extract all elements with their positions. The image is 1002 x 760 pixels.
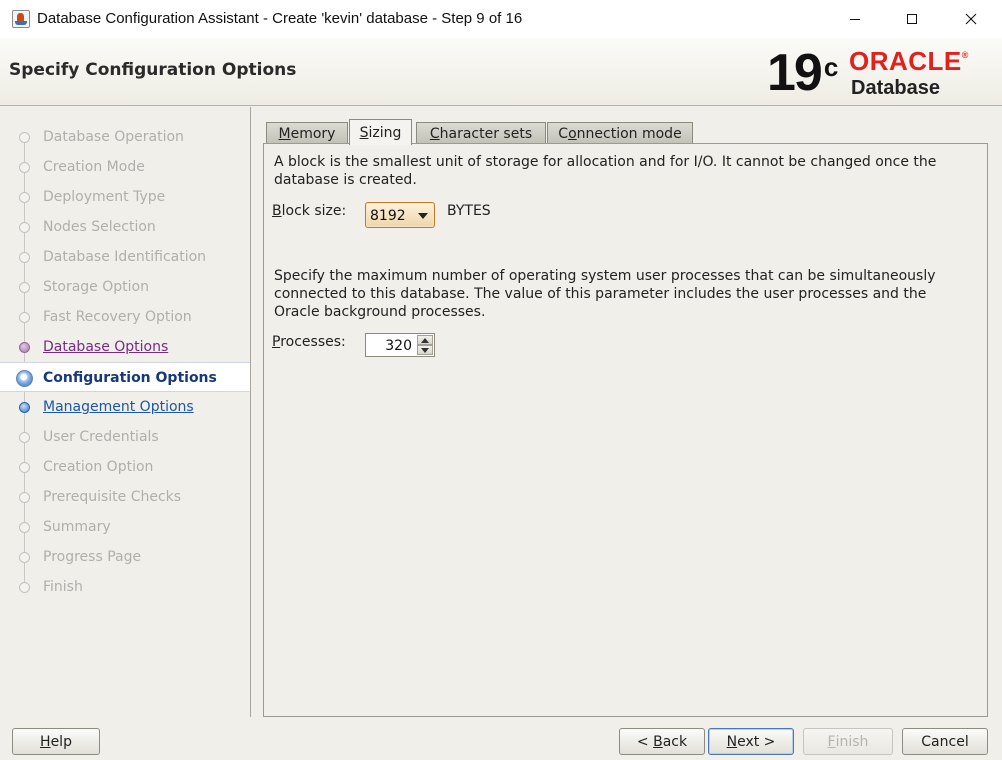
step-storage-option: Storage Option	[0, 272, 250, 302]
java-app-icon	[12, 10, 30, 28]
processes-spinner[interactable]: 320	[365, 333, 435, 357]
step-database-identification: Database Identification	[0, 242, 250, 272]
cancel-button[interactable]: Cancel	[902, 728, 988, 755]
tab-memory[interactable]: Memory	[266, 122, 348, 144]
step-label: Configuration Options	[43, 370, 217, 386]
step-label: Creation Option	[43, 459, 154, 475]
step-indicator-icon	[19, 282, 30, 293]
step-indicator-icon	[19, 462, 30, 473]
oracle-trademark: ®	[961, 50, 969, 60]
tab-sizing[interactable]: Sizing	[349, 119, 412, 145]
page-title: Specify Configuration Options	[9, 60, 297, 80]
step-label: Progress Page	[43, 549, 142, 565]
step-label: Database Identification	[43, 249, 207, 265]
step-indicator-icon	[19, 162, 30, 173]
maximize-icon	[907, 14, 917, 24]
step-fast-recovery-option: Fast Recovery Option	[0, 302, 250, 332]
step-nodes-selection: Nodes Selection	[0, 212, 250, 242]
step-label: Prerequisite Checks	[43, 489, 182, 505]
step-configuration-options[interactable]: Configuration Options	[0, 362, 250, 392]
step-database-operation: Database Operation	[0, 122, 250, 152]
step-deployment-type: Deployment Type	[0, 182, 250, 212]
step-indicator-icon	[19, 492, 30, 503]
step-label: Summary	[43, 519, 111, 535]
step-indicator-icon	[19, 582, 30, 593]
block-size-unit: BYTES	[447, 203, 491, 219]
step-indicator-icon	[19, 132, 30, 143]
tab-connection-mode[interactable]: Co nnection mode	[547, 122, 693, 144]
tab-strip: Memory Sizing Character sets Co nnection …	[263, 118, 988, 145]
next-button[interactable]: Next >	[708, 728, 794, 755]
step-indicator-icon	[19, 432, 30, 443]
step-label: Management Options	[43, 399, 194, 415]
step-label: Storage Option	[43, 279, 149, 295]
step-finish: Finish	[0, 572, 250, 602]
step-label: Creation Mode	[43, 159, 145, 175]
close-icon	[965, 13, 977, 25]
step-label: Nodes Selection	[43, 219, 156, 235]
wizard-header: Specify Configuration Options 19 c ORACLE…	[0, 38, 1002, 106]
content-area: Memory Sizing Character sets Co nnection …	[263, 118, 988, 717]
processes-label: Processes:	[272, 334, 346, 350]
close-button[interactable]	[942, 0, 1000, 38]
step-prerequisite-checks: Prerequisite Checks	[0, 482, 250, 512]
processes-value: 320	[385, 338, 412, 354]
tab-character-sets[interactable]: Character sets	[416, 122, 546, 144]
step-summary: Summary	[0, 512, 250, 542]
step-indicator-icon	[19, 222, 30, 233]
step-indicator-icon	[19, 522, 30, 533]
product-name: Database	[851, 77, 940, 99]
window-title: Database Configuration Assistant - Creat…	[37, 10, 523, 27]
version-logo: 19 c	[767, 45, 838, 109]
minimize-button[interactable]	[826, 0, 884, 38]
block-size-description: A block is the smallest unit of storage …	[274, 154, 937, 188]
step-user-credentials: User Credentials	[0, 422, 250, 452]
sizing-panel: A block is the smallest unit of storage …	[263, 143, 988, 717]
step-creation-mode: Creation Mode	[0, 152, 250, 182]
step-indicator-icon	[19, 312, 30, 323]
version-suffix: c	[823, 52, 839, 82]
chevron-down-icon	[418, 213, 428, 219]
step-progress-page: Progress Page	[0, 542, 250, 572]
processes-description: Specify the maximum number of operating …	[274, 268, 936, 320]
minimize-icon	[850, 19, 860, 20]
step-database-options[interactable]: Database Options	[0, 332, 250, 362]
oracle-brand: ORACLE	[849, 46, 962, 76]
step-label: Deployment Type	[43, 189, 166, 205]
step-indicator-icon	[19, 252, 30, 263]
title-bar: Database Configuration Assistant - Creat…	[0, 0, 1002, 38]
step-label: User Credentials	[43, 429, 159, 445]
step-indicator-icon	[19, 342, 30, 353]
step-indicator-icon	[16, 370, 33, 387]
spin-up-icon[interactable]	[417, 335, 433, 345]
back-button[interactable]: < Back	[619, 728, 705, 755]
step-label: Database Options	[43, 339, 169, 355]
block-size-value: 8192	[370, 208, 406, 224]
help-button[interactable]: Help	[12, 728, 100, 755]
maximize-button[interactable]	[883, 0, 941, 38]
spin-down-icon[interactable]	[417, 345, 433, 355]
block-size-label: Block size:	[272, 203, 347, 219]
version-number: 19	[767, 44, 823, 102]
step-management-options[interactable]: Management Options	[0, 392, 250, 422]
step-label: Fast Recovery Option	[43, 309, 192, 325]
step-creation-option: Creation Option	[0, 452, 250, 482]
wizard-steps-panel: Database Operation Creation Mode Deploymen…	[0, 107, 251, 717]
step-indicator-icon	[19, 402, 30, 413]
step-indicator-icon	[19, 552, 30, 563]
oracle-logo: ORACLE®	[849, 47, 969, 81]
step-label: Database Operation	[43, 129, 184, 145]
block-size-dropdown[interactable]: 8192	[365, 202, 435, 228]
step-label: Finish	[43, 579, 83, 595]
finish-button[interactable]: Finish	[803, 728, 893, 755]
step-indicator-icon	[19, 192, 30, 203]
